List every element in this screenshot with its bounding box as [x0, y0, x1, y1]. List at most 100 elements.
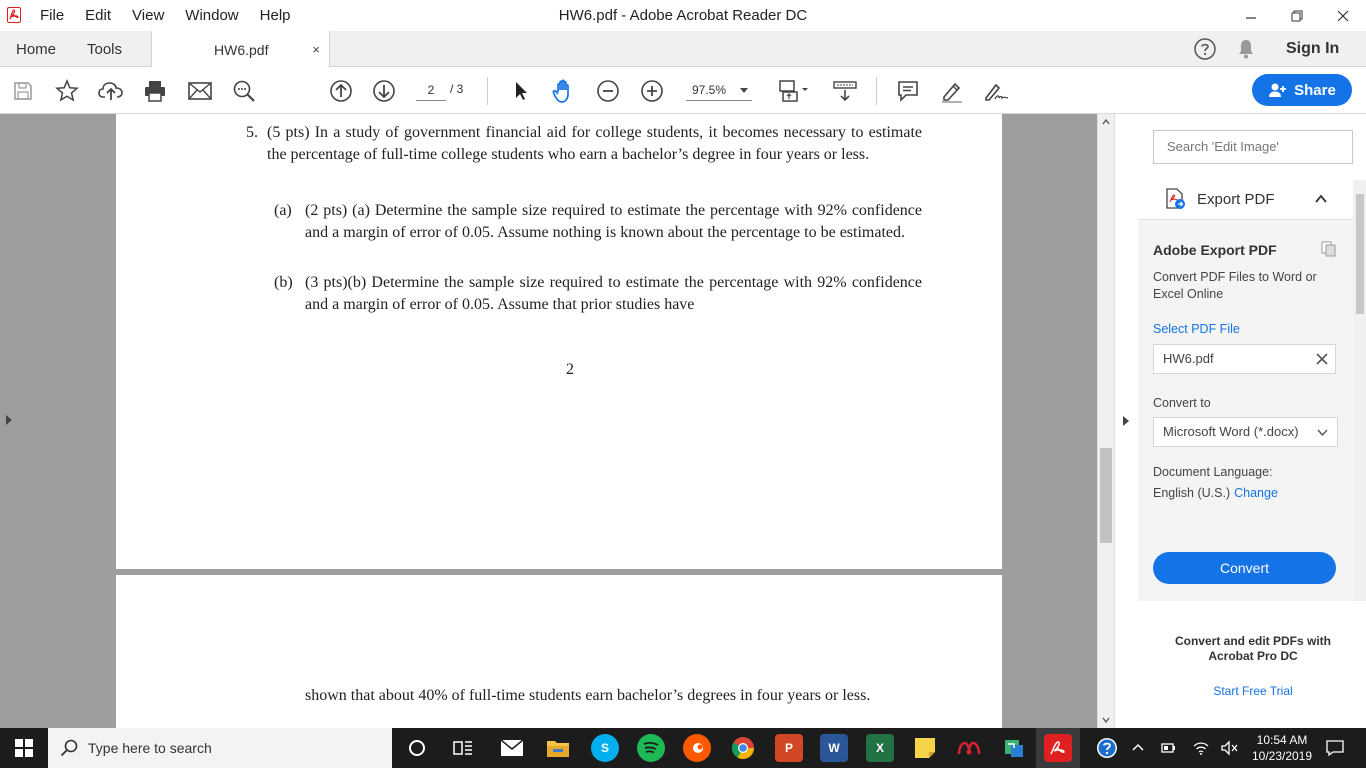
part-b-text: (3 pts)(b) Determine the sample size req…	[305, 274, 922, 313]
document-scrollbar[interactable]	[1097, 114, 1114, 728]
crunchyroll-icon[interactable]	[683, 734, 711, 762]
export-pdf-icon	[1166, 188, 1185, 209]
clock-date: 10/23/2019	[1251, 749, 1313, 763]
bookmark-star-icon[interactable]	[54, 78, 80, 104]
excel-icon[interactable]: X	[866, 734, 894, 762]
tab-bar: Home Tools HW6.pdf × Sign In	[0, 31, 1366, 68]
right-pane-scrollbar[interactable]	[1353, 180, 1366, 601]
battery-icon[interactable]	[1160, 740, 1176, 756]
documents-copy-icon	[1321, 241, 1336, 257]
export-pdf-header[interactable]: Export PDF	[1138, 180, 1353, 220]
spotify-icon[interactable]	[637, 734, 665, 762]
convert-button-label: Convert	[1219, 560, 1270, 576]
problem-part-b: (b) (3 pts)(b) Determine the sample size…	[274, 272, 922, 315]
document-language: English (U.S.) Change	[1153, 486, 1278, 500]
tab-tools[interactable]: Tools	[87, 31, 122, 67]
menu-help[interactable]: Help	[260, 7, 291, 24]
share-button[interactable]: Share	[1252, 74, 1352, 106]
powerpoint-icon[interactable]: P	[775, 734, 803, 762]
chrome-icon[interactable]	[729, 734, 757, 762]
select-pdf-file-link[interactable]: Select PDF File	[1153, 322, 1240, 336]
start-free-trial-link[interactable]: Start Free Trial	[1153, 684, 1353, 698]
menu-file[interactable]: File	[40, 7, 64, 24]
comment-icon[interactable]	[895, 78, 921, 104]
mail-app-icon[interactable]	[498, 734, 526, 762]
acrobat-pro-promo: Convert and edit PDFs with Acrobat Pro D…	[1174, 634, 1331, 663]
sign-pen-icon[interactable]	[982, 78, 1012, 104]
skype-icon[interactable]: S	[591, 734, 619, 762]
tab-document[interactable]: HW6.pdf ×	[151, 31, 330, 68]
scrolling-mode-icon[interactable]	[830, 78, 860, 104]
search-zoom-icon[interactable]	[231, 78, 257, 104]
share-button-label: Share	[1294, 81, 1336, 99]
wifi-icon[interactable]	[1193, 740, 1209, 756]
previous-page-icon[interactable]	[328, 78, 354, 104]
menu-window[interactable]: Window	[185, 7, 238, 24]
zoom-dropdown-caret-icon	[740, 88, 748, 93]
convert-format-select[interactable]: Microsoft Word (*.docx)	[1153, 417, 1338, 447]
close-window-button[interactable]	[1320, 0, 1366, 31]
next-page-icon[interactable]	[371, 78, 397, 104]
close-tab-icon[interactable]: ×	[312, 42, 320, 57]
scrollbar-thumb[interactable]	[1100, 448, 1112, 543]
problem-number: 5.	[246, 124, 258, 141]
mendeley-icon[interactable]	[955, 734, 983, 762]
scroll-down-icon[interactable]	[1102, 716, 1110, 724]
search-icon	[60, 739, 78, 757]
print-icon[interactable]	[142, 78, 168, 104]
title-bar: File Edit View Window Help HW6.pdf - Ado…	[0, 0, 1366, 31]
task-view-icon[interactable]	[449, 734, 477, 762]
sign-in-link[interactable]: Sign In	[1286, 40, 1339, 58]
select-cursor-icon[interactable]	[508, 78, 534, 104]
windows-start-icon[interactable]	[0, 728, 48, 768]
word-icon[interactable]: W	[820, 734, 848, 762]
clock-time: 10:54 AM	[1256, 733, 1308, 747]
volume-muted-icon[interactable]	[1221, 740, 1238, 756]
collapse-chevron-up-icon[interactable]	[1314, 192, 1328, 206]
action-center-icon[interactable]	[1326, 739, 1344, 757]
minimize-button[interactable]	[1228, 0, 1274, 31]
taskbar-search-box[interactable]: Type here to search	[48, 728, 392, 768]
scroll-up-icon[interactable]	[1102, 118, 1110, 126]
restore-button[interactable]	[1274, 0, 1320, 31]
page-number-input[interactable]: 2	[416, 79, 446, 101]
show-hidden-icons-chevron-up-icon[interactable]	[1130, 740, 1146, 756]
hand-tool-icon[interactable]	[551, 78, 577, 104]
email-icon[interactable]	[187, 78, 213, 104]
convert-to-label: Convert to	[1153, 396, 1211, 410]
acrobat-taskbar-icon[interactable]	[1044, 734, 1072, 762]
tools-search-input[interactable]: Search 'Edit Image'	[1153, 130, 1353, 164]
menu-view[interactable]: View	[132, 7, 164, 24]
help-icon[interactable]	[1193, 37, 1217, 61]
save-icon[interactable]	[10, 78, 36, 104]
cortana-icon[interactable]	[403, 734, 431, 762]
right-pane-scroll-thumb[interactable]	[1356, 194, 1364, 314]
toolbar-divider	[487, 77, 488, 105]
change-language-link[interactable]: Change	[1234, 486, 1278, 500]
upload-cloud-icon[interactable]	[98, 78, 124, 104]
zoom-out-icon[interactable]	[595, 78, 621, 104]
menu-edit[interactable]: Edit	[85, 7, 111, 24]
tab-home[interactable]: Home	[16, 31, 56, 67]
selected-file-name: HW6.pdf	[1163, 351, 1214, 366]
zoom-level-select[interactable]: 97.5%	[686, 79, 752, 101]
taskbar-clock[interactable]: 10:54 AM 10/23/2019	[1242, 732, 1322, 764]
document-language-label: Document Language:	[1153, 465, 1273, 479]
tab-tools-label: Tools	[87, 40, 123, 58]
clear-file-close-icon[interactable]	[1315, 352, 1329, 366]
page-fit-icon[interactable]	[777, 78, 811, 104]
file-explorer-icon[interactable]	[544, 734, 572, 762]
zoom-in-icon[interactable]	[639, 78, 665, 104]
document-viewport[interactable]: 5. (5 pts) In a study of government fina…	[0, 114, 1097, 728]
convert-button[interactable]: Convert	[1153, 552, 1336, 584]
help-tray-icon[interactable]	[1096, 737, 1118, 759]
selected-file-field[interactable]: HW6.pdf	[1153, 344, 1336, 374]
highlight-pen-icon[interactable]	[939, 78, 965, 104]
windows-taskbar: Type here to search S P W X 10:54 AM 10/…	[0, 728, 1366, 768]
sticky-notes-icon[interactable]	[911, 734, 939, 762]
left-pane-toggle-icon[interactable]	[6, 415, 12, 425]
notifications-bell-icon[interactable]	[1235, 38, 1257, 60]
game-app-icon[interactable]	[1000, 734, 1028, 762]
problem-part-a: (a) (2 pts) (a) Determine the sample siz…	[274, 200, 922, 243]
right-pane-toggle-icon[interactable]	[1123, 416, 1129, 426]
